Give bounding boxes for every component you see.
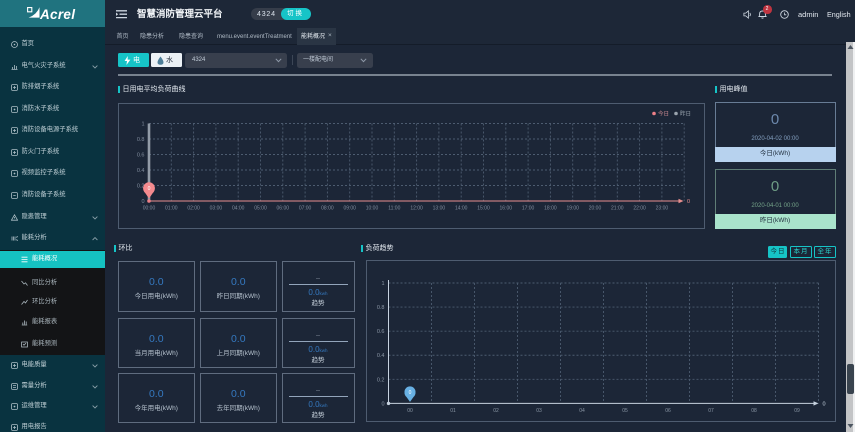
svg-text:0.8: 0.8 xyxy=(376,305,384,311)
svg-text:17:00: 17:00 xyxy=(521,205,534,211)
svg-text:02: 02 xyxy=(493,408,499,414)
svg-text:07:00: 07:00 xyxy=(298,205,311,211)
svg-text:01:00: 01:00 xyxy=(165,205,178,211)
svg-text:04:00: 04:00 xyxy=(231,205,244,211)
svg-text:0.8: 0.8 xyxy=(136,137,144,143)
svg-text:0: 0 xyxy=(822,401,825,407)
svg-text:0.2: 0.2 xyxy=(376,377,384,383)
svg-text:19:00: 19:00 xyxy=(566,205,579,211)
svg-text:08:00: 08:00 xyxy=(321,205,334,211)
svg-text:今日: 今日 xyxy=(658,109,669,117)
svg-text:0: 0 xyxy=(687,199,690,205)
svg-text:0: 0 xyxy=(141,199,144,205)
svg-text:07: 07 xyxy=(708,408,714,414)
svg-text:0.6: 0.6 xyxy=(376,329,384,335)
svg-text:0: 0 xyxy=(408,390,411,396)
svg-text:0.6: 0.6 xyxy=(136,152,144,158)
svg-text:03: 03 xyxy=(536,408,542,414)
svg-text:0.4: 0.4 xyxy=(376,353,384,359)
svg-text:01: 01 xyxy=(450,408,456,414)
svg-text:12:00: 12:00 xyxy=(410,205,423,211)
svg-text:0.4: 0.4 xyxy=(136,168,144,174)
svg-text:06:00: 06:00 xyxy=(276,205,289,211)
svg-text:18:00: 18:00 xyxy=(544,205,557,211)
svg-text:05: 05 xyxy=(622,408,628,414)
svg-text:1: 1 xyxy=(381,281,384,287)
svg-text:05:00: 05:00 xyxy=(254,205,267,211)
svg-text:0: 0 xyxy=(381,401,384,407)
svg-text:09: 09 xyxy=(794,408,800,414)
svg-text:21:00: 21:00 xyxy=(611,205,624,211)
svg-text:14:00: 14:00 xyxy=(454,205,467,211)
svg-text:13:00: 13:00 xyxy=(432,205,445,211)
svg-text:16:00: 16:00 xyxy=(499,205,512,211)
svg-text:00:00: 00:00 xyxy=(142,205,155,211)
svg-text:08: 08 xyxy=(751,408,757,414)
svg-text:02:00: 02:00 xyxy=(187,205,200,211)
svg-text:04: 04 xyxy=(579,408,585,414)
svg-text:10:00: 10:00 xyxy=(365,205,378,211)
svg-text:23:00: 23:00 xyxy=(655,205,668,211)
svg-text:1: 1 xyxy=(141,121,144,127)
svg-text:22:00: 22:00 xyxy=(633,205,646,211)
svg-text:0: 0 xyxy=(147,186,150,192)
svg-text:09:00: 09:00 xyxy=(343,205,356,211)
svg-text:06: 06 xyxy=(665,408,671,414)
svg-text:03:00: 03:00 xyxy=(209,205,222,211)
svg-text:昨日: 昨日 xyxy=(680,109,691,117)
svg-text:15:00: 15:00 xyxy=(477,205,490,211)
svg-text:20:00: 20:00 xyxy=(588,205,601,211)
svg-text:11:00: 11:00 xyxy=(388,205,400,211)
svg-text:00: 00 xyxy=(407,408,413,414)
